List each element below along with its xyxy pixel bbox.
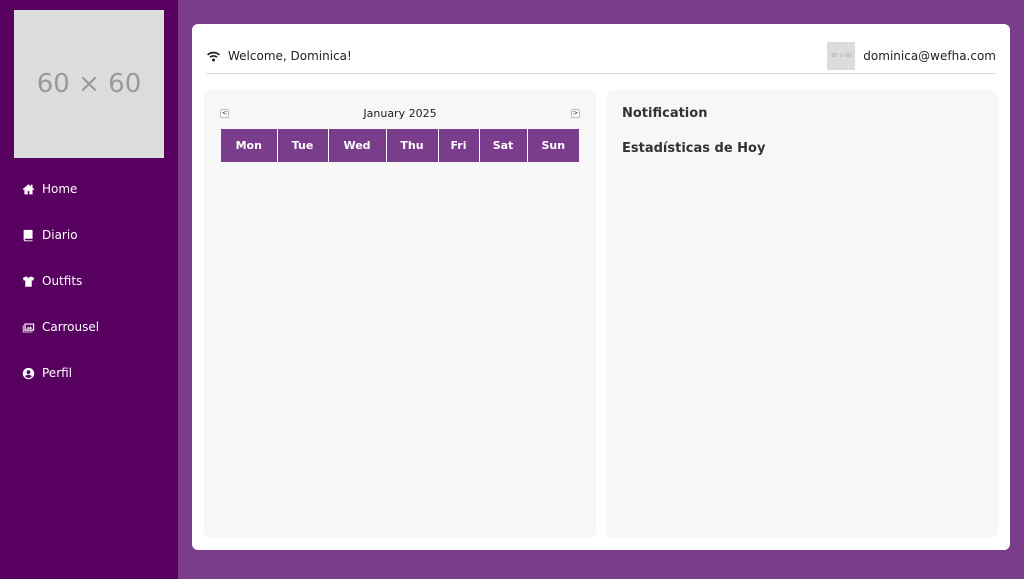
sidebar-item-label: Outfits [42, 274, 83, 288]
sidebar-nav: Home Diario Outfits Carrousel Perfil [0, 166, 178, 396]
shirt-icon [21, 274, 35, 288]
weekday-header: Wed [328, 129, 387, 162]
calendar-grid: Mon Tue Wed Thu Fri Sat Sun [221, 129, 579, 162]
calendar-month-label: January 2025 [363, 106, 437, 120]
user-email: dominica@wefha.com [863, 48, 996, 63]
sidebar-item-label: Diario [42, 228, 78, 242]
logo-placeholder: 60 × 60 [14, 10, 164, 158]
wifi-icon [206, 49, 222, 63]
notification-title: Notification [622, 106, 708, 121]
user-circle-icon [21, 366, 35, 380]
home-icon [21, 182, 35, 196]
images-icon [21, 320, 35, 334]
calendar-next-button[interactable]: > [570, 108, 580, 118]
sidebar-item-outfits[interactable]: Outfits [0, 258, 178, 304]
weekday-header: Sat [479, 129, 528, 162]
avatar[interactable]: 60 × 60 [827, 41, 856, 70]
stats-title: Estadísticas de Hoy [622, 141, 766, 156]
weekday-header: Thu [386, 129, 439, 162]
weekday-header: Sun [541, 139, 566, 152]
sidebar-item-label: Perfil [42, 366, 73, 380]
sidebar-item-home[interactable]: Home [0, 166, 178, 212]
welcome-area: Welcome, Dominica! [206, 49, 352, 63]
sidebar-item-perfil[interactable]: Perfil [0, 350, 178, 396]
user-area[interactable]: 60 × 60 dominica@wefha.com [827, 41, 996, 70]
weekday-header-row: Mon Tue Wed Thu Fri Sat Sun [221, 129, 579, 162]
calendar-header: < January 2025 > [220, 104, 580, 122]
sidebar-item-label: Carrousel [42, 320, 100, 334]
sidebar-item-label: Home [42, 182, 78, 196]
weekday-header: Fri [438, 129, 480, 162]
weekday-header: Tue [277, 129, 329, 162]
calendar-panel: < January 2025 > Mon Tue Wed Thu Fri Sat… [204, 90, 596, 538]
sidebar-item-carrousel[interactable]: Carrousel [0, 304, 178, 350]
welcome-text: Welcome, Dominica! [228, 48, 352, 63]
weekday-header: Mon [221, 129, 278, 162]
main-card: Welcome, Dominica! 60 × 60 dominica@wefh… [192, 24, 1010, 550]
book-icon [21, 228, 35, 242]
top-bar: Welcome, Dominica! 60 × 60 dominica@wefh… [206, 38, 996, 74]
calendar-prev-button[interactable]: < [220, 108, 229, 118]
sidebar-item-diario[interactable]: Diario [0, 212, 178, 258]
notifications-panel: Notification Estadísticas de Hoy [606, 90, 998, 538]
sidebar: 60 × 60 Home Diario Outfits Carrousel Pe… [0, 0, 178, 579]
